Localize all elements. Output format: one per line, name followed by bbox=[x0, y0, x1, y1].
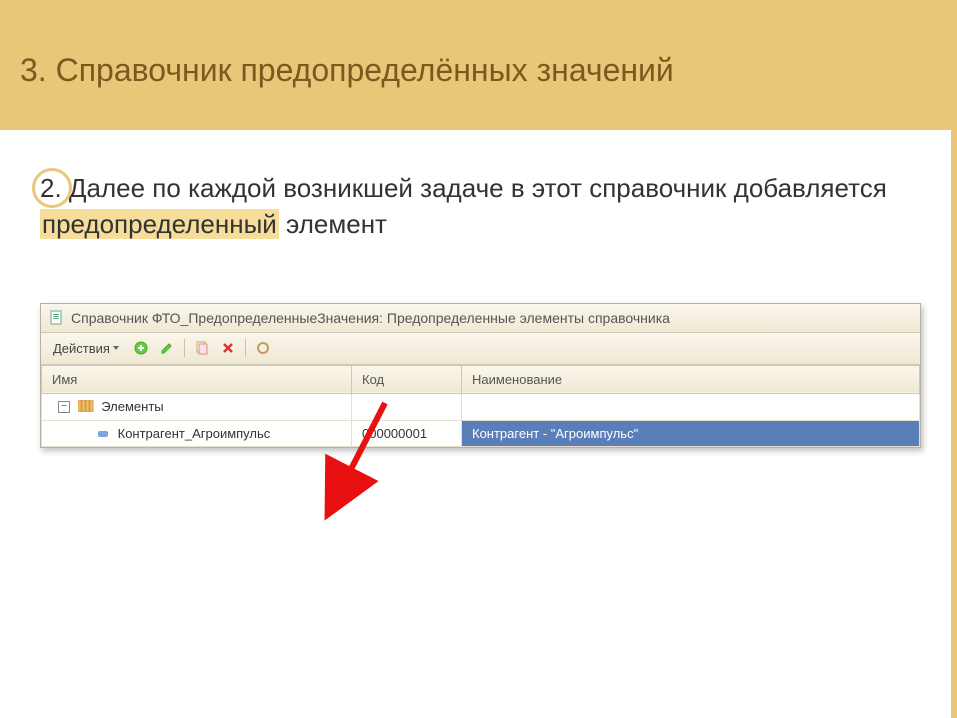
slide-title: 3. Справочник предопределённых значений bbox=[20, 52, 674, 89]
item-icon bbox=[98, 431, 108, 437]
app-window: Справочник ФТО_ПредопределенныеЗначения:… bbox=[40, 303, 921, 448]
root-label: Элементы bbox=[101, 399, 163, 414]
toolbar-separator bbox=[245, 339, 246, 357]
refresh-icon[interactable] bbox=[254, 339, 272, 357]
cell-title[interactable]: Контрагент - "Агроимпульс" bbox=[462, 420, 920, 446]
collapse-icon[interactable]: − bbox=[58, 401, 70, 413]
copy-icon[interactable] bbox=[193, 339, 211, 357]
col-header-name[interactable]: Имя bbox=[42, 365, 352, 393]
slide-header: 3. Справочник предопределённых значений bbox=[0, 0, 951, 130]
edit-icon[interactable] bbox=[158, 339, 176, 357]
window-title-text: Справочник ФТО_ПредопределенныеЗначения:… bbox=[71, 310, 670, 326]
col-header-title[interactable]: Наименование bbox=[462, 365, 920, 393]
add-icon[interactable] bbox=[132, 339, 150, 357]
delete-icon[interactable] bbox=[219, 339, 237, 357]
chevron-down-icon bbox=[112, 344, 120, 352]
actions-dropdown[interactable]: Действия bbox=[49, 339, 124, 358]
body-text-before: Далее по каждой возникшей задаче в этот … bbox=[69, 173, 887, 203]
document-icon bbox=[49, 310, 65, 326]
body-text-after: элемент bbox=[279, 209, 387, 239]
slide-body: 2. Далее по каждой возникшей задаче в эт… bbox=[0, 130, 951, 263]
folder-icon bbox=[78, 400, 94, 415]
grid-header-row: Имя Код Наименование bbox=[42, 365, 920, 393]
actions-label: Действия bbox=[53, 341, 110, 356]
cell-code: 000000001 bbox=[352, 420, 462, 446]
list-number: 2. bbox=[40, 170, 62, 206]
table-row[interactable]: Контрагент_Агроимпульс 000000001 Контраг… bbox=[42, 420, 920, 446]
col-header-code[interactable]: Код bbox=[352, 365, 462, 393]
body-text-highlight: предопределенный bbox=[40, 209, 279, 239]
list-number-text: 2. bbox=[40, 173, 62, 203]
window-titlebar: Справочник ФТО_ПредопределенныеЗначения:… bbox=[41, 304, 920, 333]
toolbar-separator bbox=[184, 339, 185, 357]
cell-name: Контрагент_Агроимпульс bbox=[118, 426, 271, 441]
data-grid: Имя Код Наименование − Элементы bbox=[41, 365, 920, 447]
body-paragraph: 2. Далее по каждой возникшей задаче в эт… bbox=[40, 170, 921, 243]
toolbar: Действия bbox=[41, 333, 920, 365]
tree-root-row[interactable]: − Элементы bbox=[42, 393, 920, 420]
